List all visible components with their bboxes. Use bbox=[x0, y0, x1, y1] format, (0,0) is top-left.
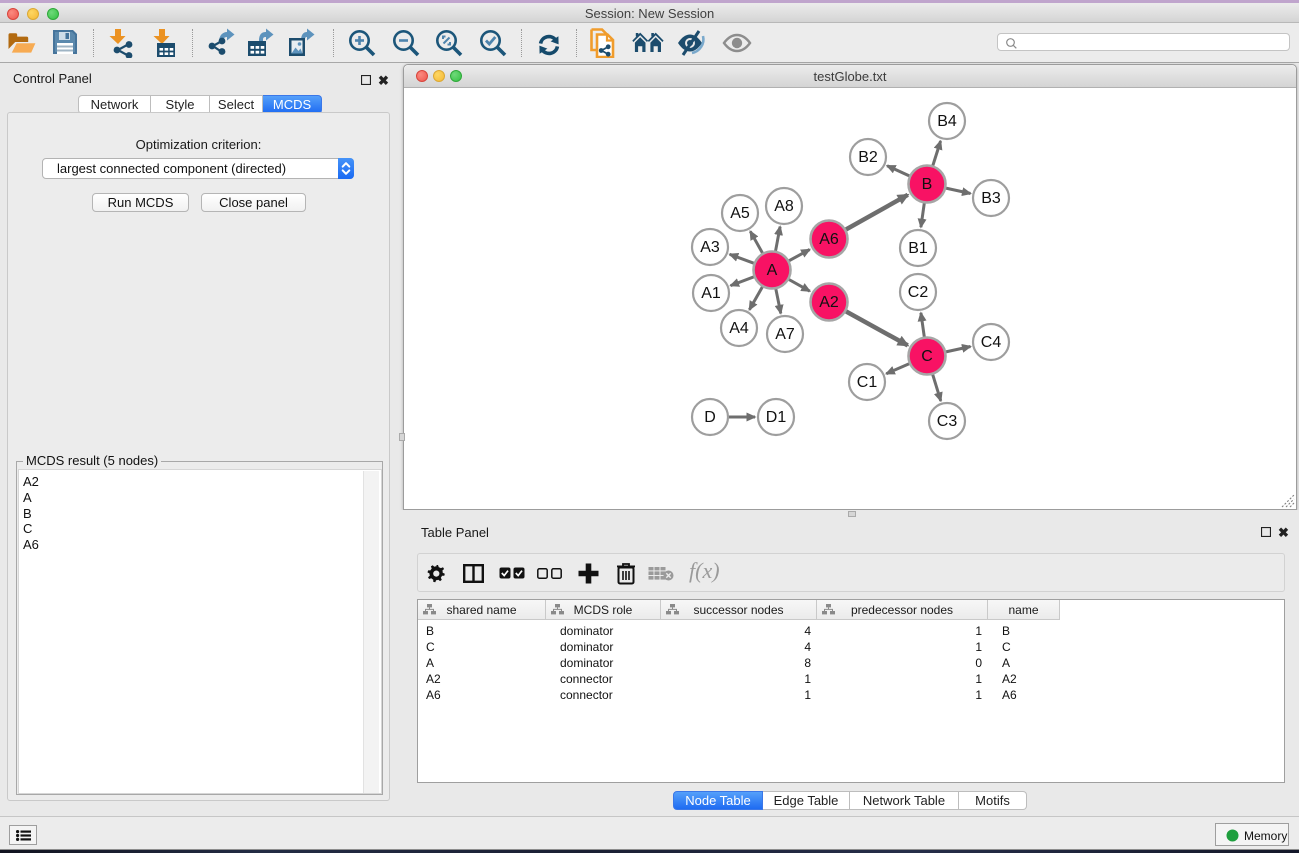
svg-text:B: B bbox=[922, 176, 933, 193]
svg-text:B3: B3 bbox=[981, 190, 1001, 207]
svg-text:C: C bbox=[921, 348, 933, 365]
svg-text:D1: D1 bbox=[766, 409, 787, 426]
svg-text:B1: B1 bbox=[908, 240, 928, 257]
svg-text:A6: A6 bbox=[819, 231, 839, 248]
svg-text:C4: C4 bbox=[981, 334, 1002, 351]
svg-text:D: D bbox=[704, 409, 716, 426]
svg-text:A3: A3 bbox=[700, 239, 720, 256]
svg-text:A4: A4 bbox=[729, 320, 749, 337]
svg-text:B2: B2 bbox=[858, 149, 878, 166]
svg-text:A7: A7 bbox=[775, 326, 795, 343]
svg-text:C2: C2 bbox=[908, 284, 929, 301]
svg-text:C1: C1 bbox=[857, 374, 878, 391]
svg-text:A1: A1 bbox=[701, 285, 721, 302]
svg-text:A8: A8 bbox=[774, 198, 794, 215]
svg-text:B4: B4 bbox=[937, 113, 957, 130]
svg-text:A2: A2 bbox=[819, 294, 839, 311]
svg-text:A: A bbox=[767, 262, 778, 279]
svg-text:C3: C3 bbox=[937, 413, 958, 430]
svg-text:A5: A5 bbox=[730, 205, 750, 222]
